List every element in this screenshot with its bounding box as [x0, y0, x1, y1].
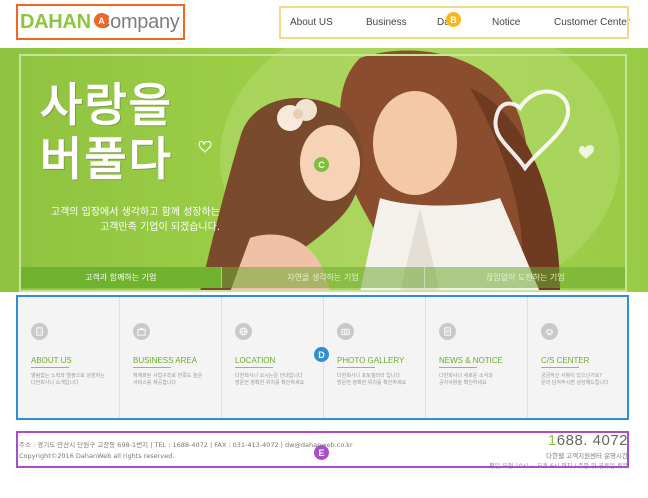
divider — [31, 367, 69, 368]
service-desc-line1: 다한회사니 오시는길 안내입니다 — [235, 373, 303, 379]
annotation-badge-d: D — [314, 347, 329, 362]
service-desc: 열림없는 노력과 열정으로 성장하는 다한회사니 소개입니다 — [31, 373, 105, 387]
service-desc: 다한회사니 오시는길 안내입니다 방문전 정확한 위치를 확인하세요 — [235, 373, 304, 387]
service-desc: 다한회사니 포토갤러리 입니다 방문전 정확한 위치를 확인하세요 — [337, 373, 406, 387]
footer-phone: 1688. 4072 — [548, 432, 628, 449]
service-title: ABOUT US — [31, 356, 72, 365]
service-desc: 체계화된 사업구조로 만족도 높은 서비스를 제공합니다 — [133, 373, 202, 387]
service-photo-gallery[interactable]: PHOTO GALLERY 다한회사니 포토갤러리 입니다 방문전 정확한 위치를… — [324, 296, 426, 418]
service-desc-line1: 다한회사니 새로운 소식과 — [439, 373, 493, 379]
service-location[interactable]: LOCATION 다한회사니 오시는길 안내입니다 방문전 정확한 위치를 확인하… — [222, 296, 324, 418]
annotation-badge-b: B — [446, 12, 461, 27]
service-title: NEWS & NOTICE — [439, 356, 504, 365]
divider — [337, 367, 375, 368]
hero-tabs: 고객과 함께하는 기업 자연을 생각하는 기업 끊임없이 도전하는 기업 — [20, 267, 626, 288]
hero-headline: 사랑을 버풀다 — [40, 78, 173, 186]
hero-tab-nature[interactable]: 자연을 생각하는 기업 — [222, 267, 425, 288]
service-desc-line2: 문의 남겨주시면 상담해드립니다 — [541, 380, 609, 386]
nav-business[interactable]: Business — [366, 17, 407, 28]
service-desc-line1: 다한회사니 포토갤러리 입니다 — [337, 373, 400, 379]
service-desc: 궁금하신 사항이 있으신가요? 문의 남겨주시면 상담해드립니다 — [541, 373, 609, 387]
service-title: PHOTO GALLERY — [337, 356, 405, 365]
divider — [541, 367, 579, 368]
footer-address: 주소 : 경기도 안산시 단원구 고잔동 698-1번지 | TEL : 168… — [19, 441, 353, 449]
hero-tab-customer[interactable]: 고객과 함께하는 기업 — [20, 267, 223, 288]
footer-hours: 평일 오전 10시 ~ 오후 6시 까지 / 주말 및 공휴일 휴무 — [489, 463, 628, 470]
nav-notice[interactable]: Notice — [492, 17, 520, 28]
annotation-badge-e: E — [314, 445, 329, 460]
service-desc-line1: 체계화된 사업구조로 만족도 높은 — [133, 373, 203, 379]
support-icon — [541, 323, 558, 340]
service-title: LOCATION — [235, 356, 276, 365]
service-title: C/S CENTER — [541, 356, 590, 365]
service-desc: 다한회사니 새로운 소식과 공지사항을 확인하세요 — [439, 373, 493, 387]
hero-tab-challenge[interactable]: 끊임없이 도전하는 기업 — [424, 267, 626, 288]
annotation-badge-c: C — [314, 157, 329, 172]
service-desc-line2: 서비스를 제공합니다 — [133, 380, 176, 386]
footer-copyright: Copyright©2016 DahanWeb all rights reser… — [19, 452, 175, 460]
briefcase-icon — [133, 323, 150, 340]
logo-text-part1: DAHAN — [20, 10, 91, 33]
divider — [133, 367, 171, 368]
footer-phone-prefix: 1 — [547, 432, 557, 449]
nav-customer-center[interactable]: Customer Center — [554, 17, 630, 28]
nav-about-us[interactable]: About US — [290, 17, 333, 28]
service-desc-line1: 궁금하신 사항이 있으신가요? — [541, 373, 603, 379]
hero-subtitle: 고객의 입장에서 생각하고 함께 성장하는 고객만족 기업이 되겠습니다. — [32, 205, 220, 235]
service-desc-line2: 공지사항을 확인하세요 — [439, 380, 487, 386]
service-title: BUSINESS AREA — [133, 356, 198, 365]
footer-phone-number: 688. 4072 — [556, 432, 628, 449]
service-desc-line2: 다한회사니 소개입니다 — [31, 380, 79, 386]
globe-icon — [235, 323, 252, 340]
footer-info: 주소 : 경기도 안산시 단원구 고잔동 698-1번지 | TEL : 168… — [19, 440, 353, 462]
service-about-us[interactable]: ABOUT US 열림없는 노력과 열정으로 성장하는 다한회사니 소개입니다 — [18, 296, 120, 418]
hero-subtitle-line1: 고객의 입장에서 생각하고 함께 성장하는 — [50, 207, 220, 218]
service-news-notice[interactable]: NEWS & NOTICE 다한회사니 새로운 소식과 공지사항을 확인하세요 — [426, 296, 528, 418]
service-desc-line1: 열림없는 노력과 열정으로 성장하는 — [31, 373, 105, 379]
hero-headline-line1: 사랑을 — [40, 78, 173, 132]
hero-subtitle-line2: 고객만족 기업이 되겠습니다. — [100, 222, 220, 233]
footer-hours-label: 다한웹 고객지원센터 운영시간 — [546, 452, 628, 460]
annotation-badge-a: A — [94, 13, 109, 28]
service-business-area[interactable]: BUSINESS AREA 체계화된 사업구조로 만족도 높은 서비스를 제공합니… — [120, 296, 222, 418]
service-desc-line2: 방문전 정확한 위치를 확인하세요 — [337, 380, 407, 386]
divider — [235, 367, 273, 368]
camera-icon — [337, 323, 354, 340]
building-icon — [31, 323, 48, 340]
service-desc-line2: 방문전 정확한 위치를 확인하세요 — [235, 380, 305, 386]
divider — [439, 367, 477, 368]
hero-headline-line2: 버풀다 — [40, 132, 173, 186]
document-icon — [439, 323, 456, 340]
service-cs-center[interactable]: C/S CENTER 궁금하신 사항이 있으신가요? 문의 남겨주시면 상담해드립… — [528, 296, 629, 418]
